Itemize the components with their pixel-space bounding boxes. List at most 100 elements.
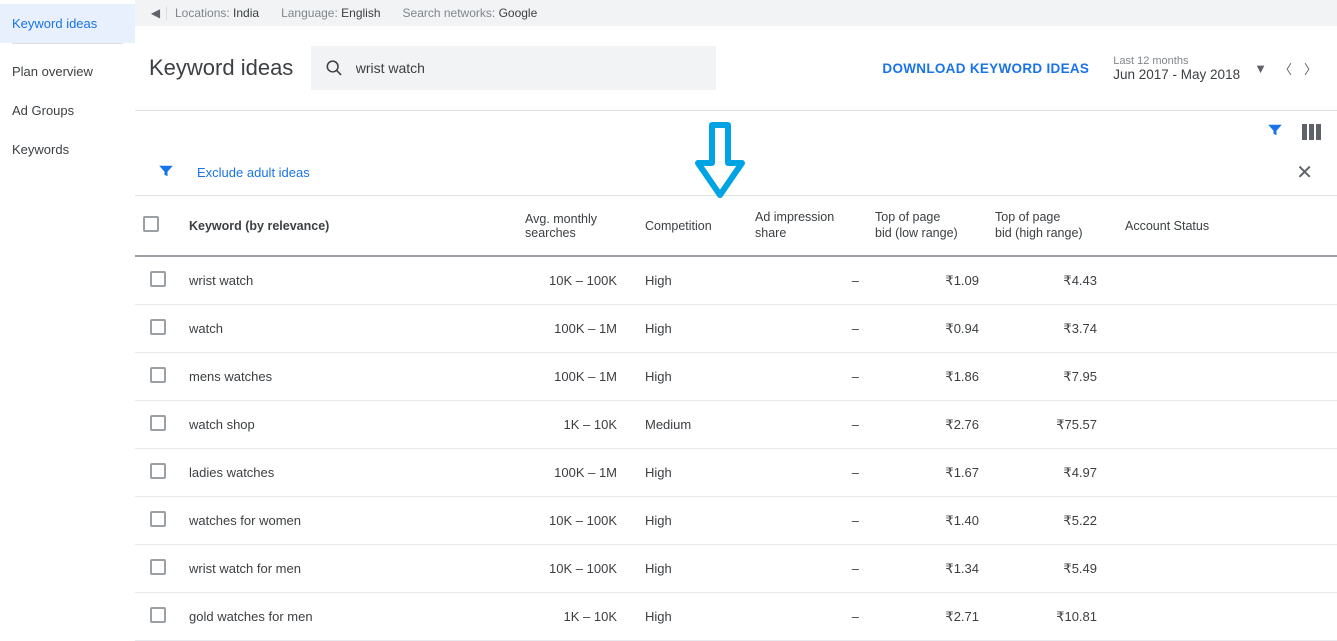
filter-icon[interactable] — [1266, 121, 1284, 142]
cell-high-bid: ₹10.81 — [987, 593, 1117, 641]
cell-ad-impression: – — [747, 401, 867, 449]
download-keyword-ideas-button[interactable]: DOWNLOAD KEYWORD IDEAS — [882, 61, 1089, 76]
table-row: watch shop1K – 10KMedium–₹2.76₹75.57 — [135, 401, 1337, 449]
cell-account-status — [1117, 497, 1337, 545]
table-row: watches for women10K – 100KHigh–₹1.40₹5.… — [135, 497, 1337, 545]
cell-competition: High — [637, 545, 747, 593]
col-competition[interactable]: Competition — [637, 196, 747, 257]
cell-keyword[interactable]: gold watches for men — [181, 593, 517, 641]
cell-keyword[interactable]: ladies watches — [181, 449, 517, 497]
chevron-right-icon[interactable]: 〉 — [1298, 55, 1323, 82]
close-icon[interactable]: ✕ — [1296, 160, 1313, 185]
col-high-bid[interactable]: Top of pagebid (high range) — [987, 196, 1117, 257]
cell-account-status — [1117, 353, 1337, 401]
keyword-table: Keyword (by relevance) Avg. monthly sear… — [135, 195, 1337, 641]
cell-high-bid: ₹4.43 — [987, 256, 1117, 305]
sidebar: Keyword ideas Plan overview Ad Groups Ke… — [0, 0, 135, 641]
cell-keyword[interactable]: watch — [181, 305, 517, 353]
cell-ad-impression: – — [747, 593, 867, 641]
sidebar-item-ad-groups[interactable]: Ad Groups — [0, 91, 135, 130]
cell-searches: 1K – 10K — [517, 593, 637, 641]
search-icon — [325, 58, 343, 78]
cell-low-bid: ₹2.76 — [867, 401, 987, 449]
cell-competition: High — [637, 497, 747, 545]
table-row: gold watches for men1K – 10KHigh–₹2.71₹1… — [135, 593, 1337, 641]
cell-searches: 100K – 1M — [517, 305, 637, 353]
cell-low-bid: ₹2.71 — [867, 593, 987, 641]
sidebar-item-plan-overview[interactable]: Plan overview — [0, 52, 135, 91]
cell-account-status — [1117, 401, 1337, 449]
table-row: ladies watches100K – 1MHigh–₹1.67₹4.97 — [135, 449, 1337, 497]
collapse-sidebar-icon[interactable]: ◀ — [145, 6, 167, 20]
exclude-adult-ideas-link[interactable]: Exclude adult ideas — [197, 165, 310, 180]
cell-searches: 100K – 1M — [517, 353, 637, 401]
locations-label: Locations: — [175, 6, 230, 20]
row-checkbox[interactable] — [150, 511, 166, 527]
cell-competition: High — [637, 449, 747, 497]
networks-label: Search networks: — [403, 6, 496, 20]
toolbar-icons — [135, 111, 1337, 150]
row-checkbox[interactable] — [150, 415, 166, 431]
cell-account-status — [1117, 305, 1337, 353]
cell-competition: High — [637, 305, 747, 353]
cell-account-status — [1117, 256, 1337, 305]
cell-account-status — [1117, 593, 1337, 641]
cell-low-bid: ₹1.86 — [867, 353, 987, 401]
cell-high-bid: ₹7.95 — [987, 353, 1117, 401]
date-range-value: Jun 2017 - May 2018 — [1113, 67, 1240, 82]
cell-competition: Medium — [637, 401, 747, 449]
language-value[interactable]: English — [341, 6, 380, 20]
cell-account-status — [1117, 545, 1337, 593]
cell-keyword[interactable]: wrist watch — [181, 256, 517, 305]
search-box[interactable] — [311, 46, 716, 90]
cell-ad-impression: – — [747, 449, 867, 497]
cell-low-bid: ₹1.40 — [867, 497, 987, 545]
chevron-down-icon[interactable]: ▼ — [1248, 57, 1273, 80]
cell-keyword[interactable]: watch shop — [181, 401, 517, 449]
networks-value[interactable]: Google — [499, 6, 538, 20]
date-range-picker[interactable]: Last 12 months Jun 2017 - May 2018 ▼ 〈 〉 — [1113, 55, 1323, 82]
sidebar-item-keywords[interactable]: Keywords — [0, 130, 135, 169]
table-row: watch100K – 1MHigh–₹0.94₹3.74 — [135, 305, 1337, 353]
table-row: wrist watch for men10K – 100KHigh–₹1.34₹… — [135, 545, 1337, 593]
cell-keyword[interactable]: mens watches — [181, 353, 517, 401]
date-range-label: Last 12 months — [1113, 55, 1240, 67]
col-low-bid[interactable]: Top of pagebid (low range) — [867, 196, 987, 257]
cell-high-bid: ₹5.22 — [987, 497, 1117, 545]
columns-icon[interactable] — [1302, 124, 1321, 140]
cell-keyword[interactable]: wrist watch for men — [181, 545, 517, 593]
col-keyword[interactable]: Keyword (by relevance) — [181, 196, 517, 257]
filter-funnel-icon[interactable] — [157, 162, 175, 183]
cell-high-bid: ₹5.49 — [987, 545, 1117, 593]
cell-searches: 10K – 100K — [517, 256, 637, 305]
cell-searches: 10K – 100K — [517, 497, 637, 545]
page-title: Keyword ideas — [149, 55, 293, 81]
header-bar: Keyword ideas DOWNLOAD KEYWORD IDEAS Las… — [135, 26, 1337, 110]
chevron-left-icon[interactable]: 〈 — [1273, 55, 1298, 82]
col-avg-searches[interactable]: Avg. monthly searches — [517, 196, 637, 257]
col-ad-impression[interactable]: Ad impressionshare — [747, 196, 867, 257]
row-checkbox[interactable] — [150, 463, 166, 479]
sidebar-divider — [12, 43, 123, 44]
cell-competition: High — [637, 256, 747, 305]
cell-ad-impression: – — [747, 353, 867, 401]
cell-ad-impression: – — [747, 256, 867, 305]
sidebar-item-keyword-ideas[interactable]: Keyword ideas — [0, 4, 135, 43]
col-account-status[interactable]: Account Status — [1117, 196, 1337, 257]
locations-value[interactable]: India — [233, 6, 259, 20]
row-checkbox[interactable] — [150, 319, 166, 335]
row-checkbox[interactable] — [150, 271, 166, 287]
select-all-checkbox[interactable] — [143, 216, 159, 232]
cell-account-status — [1117, 449, 1337, 497]
cell-keyword[interactable]: watches for women — [181, 497, 517, 545]
language-label: Language: — [281, 6, 338, 20]
cell-low-bid: ₹1.34 — [867, 545, 987, 593]
row-checkbox[interactable] — [150, 367, 166, 383]
search-input[interactable] — [356, 60, 703, 76]
cell-searches: 10K – 100K — [517, 545, 637, 593]
cell-low-bid: ₹1.67 — [867, 449, 987, 497]
cell-ad-impression: – — [747, 497, 867, 545]
cell-searches: 1K – 10K — [517, 401, 637, 449]
row-checkbox[interactable] — [150, 607, 166, 623]
row-checkbox[interactable] — [150, 559, 166, 575]
